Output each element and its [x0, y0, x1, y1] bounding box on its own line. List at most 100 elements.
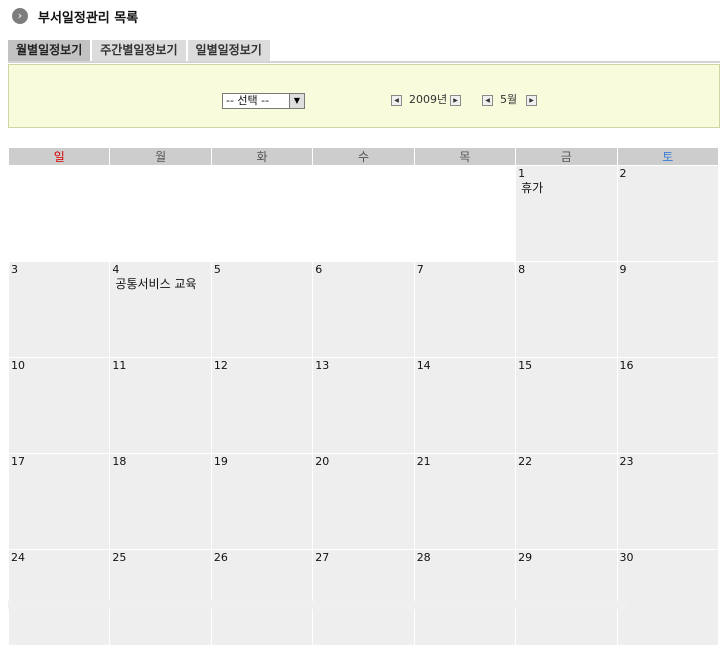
day-number: 8: [518, 263, 526, 276]
tab-underline: [8, 61, 720, 63]
calendar-week-row: 24 25 26 27 28 29 30: [9, 550, 718, 645]
calendar-empty-cell: [313, 166, 414, 261]
day-number: 27: [315, 551, 330, 564]
next-year-button[interactable]: ▶: [450, 95, 461, 106]
weekday-sun: 일: [9, 148, 110, 165]
calendar-day-cell[interactable]: 29: [516, 550, 617, 645]
calendar-day-cell[interactable]: 14: [414, 358, 516, 453]
day-number: 5: [213, 263, 221, 276]
day-number: 18: [112, 455, 127, 468]
calendar-day-cell[interactable]: 17: [9, 454, 110, 549]
calendar-day-cell[interactable]: 7: [414, 262, 516, 357]
calendar-empty-cell: [110, 166, 211, 261]
calendar-body: 1 휴가 2 3 4 공통서비스 교육 5 6 7 8 9 10 11 12 13 14 15 16 17 18 19 2…: [9, 166, 718, 645]
calendar-event[interactable]: 공통서비스 교육: [115, 277, 208, 291]
calendar-day-cell[interactable]: 25: [110, 550, 211, 645]
day-number: 28: [416, 551, 431, 564]
next-month-button[interactable]: ▶: [526, 95, 537, 106]
calendar-day-cell[interactable]: 19: [211, 454, 313, 549]
calendar-week-row: 10 11 12 13 14 15 16: [9, 358, 718, 453]
month-calendar: 일 월 화 수 목 금 토 1 휴가 2 3 4 공통서비스 교육 5 6 7 8 9 10 11 12 1…: [8, 147, 719, 646]
weekday-mon: 월: [110, 148, 211, 165]
day-number: 24: [11, 551, 25, 564]
day-number: 3: [11, 263, 18, 276]
calendar-day-cell[interactable]: 1 휴가: [516, 166, 617, 261]
weekday-thu: 목: [414, 148, 516, 165]
calendar-day-cell[interactable]: 10: [9, 358, 110, 453]
year-label: 2009년: [409, 93, 448, 106]
calendar-week-row: 1 휴가 2: [9, 166, 718, 261]
day-number: 26: [213, 551, 228, 564]
department-select[interactable]: -- 선택 -- ▼: [222, 93, 305, 109]
day-number: 11: [112, 359, 127, 372]
calendar-empty-cell: [414, 166, 516, 261]
horizontal-scrollbar[interactable]: [8, 601, 628, 609]
calendar-day-cell[interactable]: 4 공통서비스 교육: [110, 262, 211, 357]
calendar-day-cell[interactable]: 3: [9, 262, 110, 357]
day-number: 14: [416, 359, 431, 372]
day-number: 1: [518, 167, 526, 180]
calendar-day-cell[interactable]: 5: [211, 262, 313, 357]
calendar-day-cell[interactable]: 21: [414, 454, 516, 549]
calendar-empty-cell: [211, 166, 313, 261]
day-number: 20: [315, 455, 330, 468]
calendar-day-cell[interactable]: 9: [617, 262, 718, 357]
calendar-day-cell[interactable]: 15: [516, 358, 617, 453]
weekday-header-row: 일 월 화 수 목 금 토: [9, 148, 718, 165]
day-number: 12: [213, 359, 228, 372]
tab-weekly[interactable]: 주간별일정보기: [92, 40, 188, 61]
day-number: 2: [619, 167, 627, 180]
day-number: 22: [518, 455, 533, 468]
prev-year-button[interactable]: ◀: [391, 95, 402, 106]
weekday-sat: 토: [617, 148, 718, 165]
chevron-down-icon[interactable]: ▼: [289, 94, 304, 108]
calendar-day-cell[interactable]: 11: [110, 358, 211, 453]
circle-chevron-right-icon: ›: [12, 8, 28, 24]
day-number: 23: [619, 455, 634, 468]
tab-monthly[interactable]: 월별일정보기: [8, 40, 93, 61]
day-number: 4: [112, 263, 120, 276]
day-number: 7: [416, 263, 424, 276]
day-number: 6: [315, 263, 323, 276]
day-number: 19: [213, 455, 228, 468]
calendar-day-cell[interactable]: 20: [313, 454, 414, 549]
day-number: 10: [11, 359, 25, 372]
calendar-week-row: 17 18 19 20 21 22 23: [9, 454, 718, 549]
calendar-day-cell[interactable]: 23: [617, 454, 718, 549]
calendar-day-cell[interactable]: 27: [313, 550, 414, 645]
calendar-day-cell[interactable]: 12: [211, 358, 313, 453]
page-title: 부서일정관리 목록: [38, 10, 139, 26]
calendar-day-cell[interactable]: 30: [617, 550, 718, 645]
weekday-fri: 금: [516, 148, 617, 165]
calendar-empty-cell: [9, 166, 110, 261]
day-number: 9: [619, 263, 627, 276]
calendar-day-cell[interactable]: 13: [313, 358, 414, 453]
weekday-wed: 수: [313, 148, 414, 165]
page-header: › 부서일정관리 목록: [12, 6, 138, 26]
day-number: 29: [518, 551, 533, 564]
day-number: 16: [619, 359, 634, 372]
tab-daily[interactable]: 일별일정보기: [187, 40, 272, 61]
calendar-event[interactable]: 휴가: [521, 181, 614, 195]
select-value: -- 선택 --: [226, 94, 270, 107]
month-label: 5월: [500, 93, 518, 106]
day-number: 25: [112, 551, 127, 564]
day-number: 30: [619, 551, 634, 564]
prev-month-button[interactable]: ◀: [482, 95, 493, 106]
calendar-day-cell[interactable]: 24: [9, 550, 110, 645]
day-number: 15: [518, 359, 533, 372]
calendar-day-cell[interactable]: 26: [211, 550, 313, 645]
calendar-day-cell[interactable]: 8: [516, 262, 617, 357]
calendar-day-cell[interactable]: 16: [617, 358, 718, 453]
calendar-day-cell[interactable]: 2: [617, 166, 718, 261]
calendar-day-cell[interactable]: 28: [414, 550, 516, 645]
calendar-day-cell[interactable]: 22: [516, 454, 617, 549]
calendar-day-cell[interactable]: 18: [110, 454, 211, 549]
day-number: 21: [416, 455, 431, 468]
calendar-week-row: 3 4 공통서비스 교육 5 6 7 8 9: [9, 262, 718, 357]
weekday-tue: 화: [211, 148, 313, 165]
day-number: 13: [315, 359, 330, 372]
view-tabs: 월별일정보기 주간별일정보기 일별일정보기: [8, 40, 272, 62]
filter-panel: -- 선택 -- ▼ ◀ 2009년 ▶ ◀ 5월 ▶: [8, 64, 720, 128]
calendar-day-cell[interactable]: 6: [313, 262, 414, 357]
